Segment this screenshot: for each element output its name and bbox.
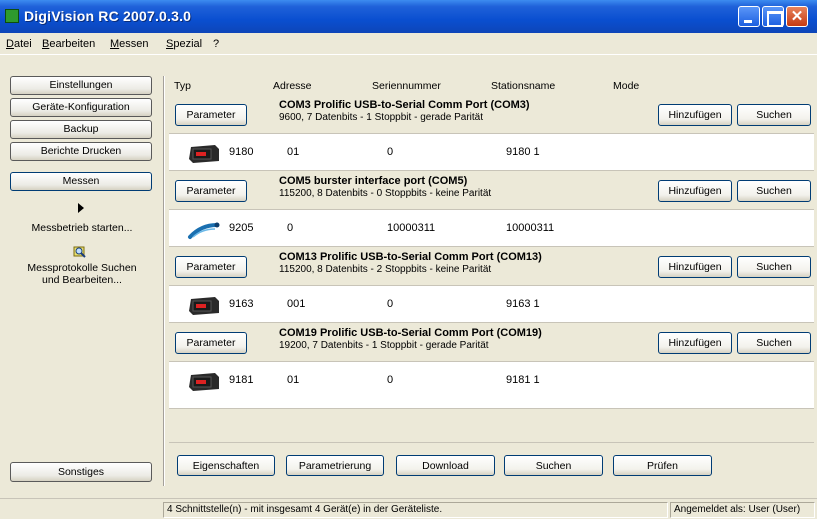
menu-spezial[interactable]: Spezial (166, 38, 202, 50)
device-serial: 10000311 (387, 222, 436, 234)
menu-bar: Datei Bearbeiten Messen Spezial ? (0, 33, 817, 55)
search-protocols-link-line1[interactable]: Messprotokolle Suchen (6, 262, 158, 274)
play-arrow-icon[interactable] (78, 203, 84, 213)
device-address: 01 (287, 146, 300, 158)
parameter-button[interactable]: Parameter (175, 180, 247, 202)
sidebar-item-einstellungen[interactable]: Einstellungen (10, 76, 152, 95)
add-button[interactable]: Hinzufügen (658, 332, 732, 354)
device-type: 9205 (229, 222, 254, 234)
device-list: Typ Adresse Seriennummer Stationsname Mo… (169, 80, 814, 490)
device-type: 9181 (229, 374, 254, 386)
parameter-button[interactable]: Parameter (175, 256, 247, 278)
sidebar-item-berichte-drucken[interactable]: Berichte Drucken (10, 142, 152, 161)
interface-title: COM13 Prolific USB-to-Serial Comm Port (… (279, 251, 542, 263)
device-address: 0 (287, 222, 294, 234)
meter-device-icon (189, 145, 219, 163)
close-button[interactable]: ✕ (786, 6, 808, 27)
maximize-button[interactable] (762, 6, 784, 27)
search-button[interactable]: Suchen (737, 104, 811, 126)
device-row[interactable]: 9205 0 10000311 10000311 (169, 209, 814, 247)
add-button[interactable]: Hinzufügen (658, 256, 732, 278)
device-station: 9163 1 (506, 298, 540, 310)
search-devices-button[interactable]: Suchen (504, 455, 603, 476)
close-icon: ✕ (790, 8, 804, 25)
column-header-seriennummer[interactable]: Seriennummer (372, 80, 441, 92)
search-protocols-link-line2[interactable]: und Bearbeiten... (6, 274, 158, 286)
divider (169, 442, 814, 443)
interface-settings: 9600, 7 Datenbits - 1 Stoppbit - gerade … (279, 112, 484, 123)
interface-row: Parameter COM5 burster interface port (C… (169, 172, 814, 209)
device-station: 10000311 (506, 222, 555, 234)
sidebar-item-backup[interactable]: Backup (10, 120, 152, 139)
magnifier-icon[interactable] (73, 244, 87, 258)
device-row[interactable]: 9163 001 0 9163 1 (169, 285, 814, 323)
interface-settings: 115200, 8 Datenbits - 2 Stoppbits - kein… (279, 264, 492, 275)
search-button[interactable]: Suchen (737, 332, 811, 354)
status-bar: 4 Schnittstelle(n) - mit insgesamt 4 Ger… (0, 498, 817, 519)
interface-row: Parameter COM19 Prolific USB-to-Serial C… (169, 324, 814, 361)
sidebar-item-sonstiges[interactable]: Sonstiges (10, 462, 152, 482)
interface-title: COM3 Prolific USB-to-Serial Comm Port (C… (279, 99, 530, 111)
add-button[interactable]: Hinzufügen (658, 104, 732, 126)
device-station: 9180 1 (506, 146, 540, 158)
parametrization-button[interactable]: Parametrierung (286, 455, 384, 476)
menu-help[interactable]: ? (213, 38, 219, 50)
interface-settings: 115200, 8 Datenbits - 0 Stoppbits - kein… (279, 188, 492, 199)
column-header-mode[interactable]: Mode (613, 80, 639, 92)
sidebar: Einstellungen Geräte-Konfiguration Backu… (6, 76, 158, 486)
device-type: 9163 (229, 298, 254, 310)
minimize-button[interactable] (738, 6, 760, 27)
window-title: DigiVision RC 2007.0.3.0 (24, 8, 192, 24)
sidebar-divider (163, 76, 165, 486)
parameter-button[interactable]: Parameter (175, 104, 247, 126)
download-button[interactable]: Download (396, 455, 495, 476)
meter-device-icon (189, 297, 219, 315)
interface-row: Parameter COM3 Prolific USB-to-Serial Co… (169, 96, 814, 133)
search-button[interactable]: Suchen (737, 256, 811, 278)
properties-button[interactable]: Eigenschaften (177, 455, 275, 476)
column-header-adresse[interactable]: Adresse (273, 80, 312, 92)
status-device-count: 4 Schnittstelle(n) - mit insgesamt 4 Ger… (163, 502, 668, 518)
device-serial: 0 (387, 298, 394, 310)
start-measurement-link[interactable]: Messbetrieb starten... (6, 222, 158, 234)
title-bar: DigiVision RC 2007.0.3.0 ✕ (0, 0, 817, 33)
search-button[interactable]: Suchen (737, 180, 811, 202)
status-user: Angemeldet als: User (User) (670, 502, 815, 518)
check-button[interactable]: Prüfen (613, 455, 712, 476)
device-type: 9180 (229, 146, 254, 158)
meter-device-icon (189, 373, 219, 391)
device-serial: 0 (387, 146, 394, 158)
sidebar-item-geraete-konfiguration[interactable]: Geräte-Konfiguration (10, 98, 152, 117)
column-header-typ[interactable]: Typ (174, 80, 191, 92)
probe-device-icon (188, 222, 220, 239)
interface-title: COM5 burster interface port (COM5) (279, 175, 468, 187)
device-station: 9181 1 (506, 374, 540, 386)
interface-settings: 19200, 7 Datenbits - 1 Stoppbit - gerade… (279, 340, 489, 351)
app-icon (5, 9, 19, 23)
add-button[interactable]: Hinzufügen (658, 180, 732, 202)
device-serial: 0 (387, 374, 394, 386)
interface-title: COM19 Prolific USB-to-Serial Comm Port (… (279, 327, 542, 339)
device-address: 01 (287, 374, 300, 386)
sidebar-item-messen[interactable]: Messen (10, 172, 152, 191)
menu-datei[interactable]: Datei (6, 38, 32, 50)
parameter-button[interactable]: Parameter (175, 332, 247, 354)
device-row[interactable]: 9180 01 0 9180 1 (169, 133, 814, 171)
device-address: 001 (287, 298, 306, 310)
menu-messen[interactable]: Messen (110, 38, 149, 50)
menu-bearbeiten[interactable]: Bearbeiten (42, 38, 95, 50)
device-row[interactable]: 9181 01 0 9181 1 (169, 361, 814, 409)
interface-row: Parameter COM13 Prolific USB-to-Serial C… (169, 248, 814, 285)
column-header-stationsname[interactable]: Stationsname (491, 80, 555, 92)
